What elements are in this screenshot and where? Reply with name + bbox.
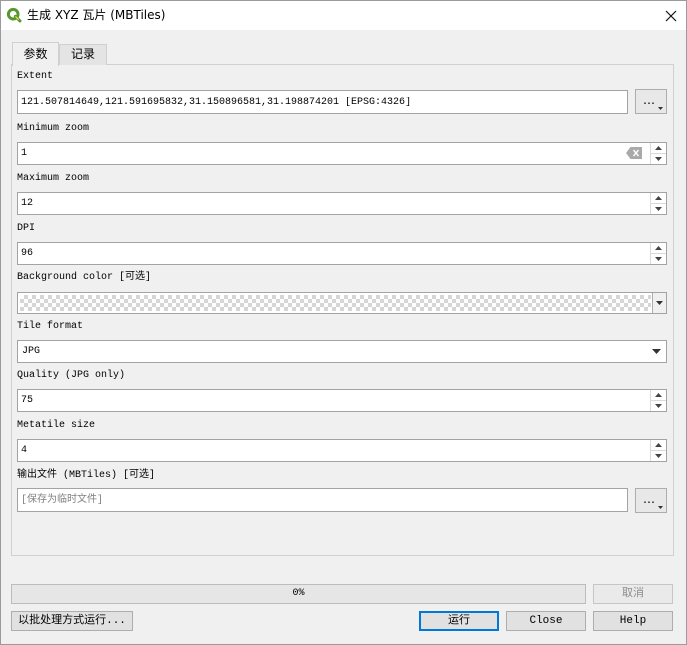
chevron-down-icon [652,349,661,354]
dpi-spinbox[interactable] [17,242,667,265]
tile-format-value: JPG [22,346,41,357]
spin-buttons [650,243,666,264]
spin-down-arrow-icon[interactable] [651,254,666,265]
max-zoom-spinbox[interactable] [17,192,667,215]
spin-down-arrow-icon[interactable] [651,451,666,462]
close-button[interactable]: Close [506,611,586,631]
tile-format-label: Tile format [17,321,84,332]
dropdown-arrow-icon [658,506,663,509]
spin-up-arrow-icon[interactable] [651,193,666,204]
spin-buttons [650,143,666,164]
title-bar[interactable]: 生成 XYZ 瓦片 (MBTiles) [1,1,686,30]
metatile-size-label: Metatile size [17,420,96,431]
dropdown-arrow-icon [658,107,663,110]
quality-input[interactable] [18,390,650,411]
min-zoom-label: Minimum zoom [17,123,90,134]
spin-up-arrow-icon[interactable] [651,243,666,254]
spin-down-arrow-icon[interactable] [651,204,666,215]
max-zoom-label: Maximum zoom [17,173,90,184]
transparent-color-swatch[interactable] [20,295,651,311]
extent-options-button[interactable]: … [635,89,667,114]
spin-buttons [650,440,666,461]
spin-buttons [650,390,666,411]
run-button[interactable]: 运行 [419,611,499,631]
quality-label: Quality (JPG only) [17,370,126,381]
metatile-size-input[interactable] [18,440,650,461]
min-zoom-input[interactable] [18,143,650,164]
spin-up-arrow-icon[interactable] [651,390,666,401]
min-zoom-spinbox[interactable] [17,142,667,165]
background-color-button[interactable] [17,292,667,314]
close-window-button[interactable] [660,6,682,25]
window-title: 生成 XYZ 瓦片 (MBTiles) [27,8,166,22]
tab-log-label: 记录 [70,47,95,61]
dpi-input[interactable] [18,243,650,264]
run-as-batch-button[interactable]: 以批处理方式运行... [11,611,133,631]
background-color-label: Background color [可选] [17,272,152,283]
extent-input[interactable] [18,91,627,113]
spin-up-arrow-icon[interactable] [651,143,666,154]
tab-parameters-label: 参数 [23,47,48,61]
output-file-field[interactable] [17,488,628,512]
tab-parameters[interactable]: 参数 [12,42,59,66]
spin-up-arrow-icon[interactable] [651,440,666,451]
output-file-browse-button[interactable]: … [635,488,667,513]
spin-down-arrow-icon[interactable] [651,401,666,412]
spin-down-arrow-icon[interactable] [651,154,666,165]
quality-spinbox[interactable] [17,389,667,412]
help-button[interactable]: Help [593,611,673,631]
output-file-input[interactable] [18,489,627,511]
extent-field[interactable] [17,90,628,114]
extent-label: Extent [17,71,54,82]
qgis-logo-icon [6,7,22,23]
color-dropdown-arrow-icon[interactable] [652,293,666,313]
cancel-button[interactable]: 取消 [593,584,673,604]
max-zoom-input[interactable] [18,193,650,214]
spin-buttons [650,193,666,214]
close-icon [665,10,677,21]
tab-log[interactable]: 记录 [59,44,107,65]
progress-text: 0% [292,588,305,599]
metatile-size-spinbox[interactable] [17,439,667,462]
dialog-window: 生成 XYZ 瓦片 (MBTiles) 参数 记录 Extent … Minim… [0,0,687,645]
tile-format-combobox[interactable]: JPG [17,340,667,363]
output-file-label: 输出文件 (MBTiles) [可选] [17,470,156,481]
clear-value-icon[interactable] [626,147,642,159]
progress-bar: 0% [11,584,586,604]
dpi-label: DPI [17,223,36,234]
